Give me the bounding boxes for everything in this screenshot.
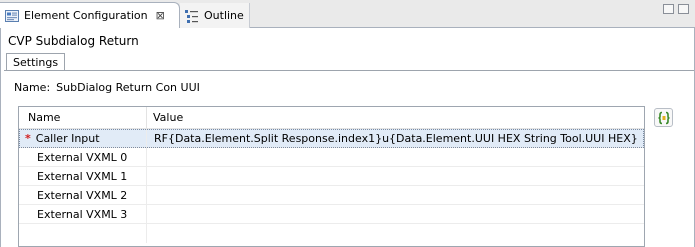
table-row[interactable]: External VXML 0 bbox=[19, 148, 644, 167]
settings-table: Name Value * Caller Input RF{Data.Elemen… bbox=[18, 106, 645, 247]
table-row[interactable]: External VXML 1 bbox=[19, 167, 644, 186]
close-icon[interactable]: ⊠ bbox=[156, 9, 165, 22]
row-value-cell[interactable] bbox=[147, 167, 644, 186]
name-label: Name: bbox=[14, 81, 51, 94]
window-controls bbox=[663, 4, 689, 18]
row-value-cell[interactable] bbox=[147, 205, 644, 224]
tab-outline[interactable]: Outline bbox=[180, 3, 250, 28]
name-value: SubDialog Return Con UUI bbox=[56, 81, 200, 94]
tab-label: Outline bbox=[204, 9, 244, 22]
element-config-icon bbox=[5, 9, 19, 22]
row-name-cell: * Caller Input bbox=[19, 129, 147, 148]
table-empty-row bbox=[19, 224, 644, 243]
table-row[interactable]: External VXML 3 bbox=[19, 205, 644, 224]
required-marker: * bbox=[25, 132, 31, 145]
outline-icon bbox=[185, 9, 198, 23]
page-title: CVP Subdialog Return bbox=[8, 34, 139, 48]
row-name-cell: External VXML 2 bbox=[19, 186, 147, 205]
table-row[interactable]: External VXML 2 bbox=[19, 186, 644, 205]
maximize-icon[interactable] bbox=[678, 4, 689, 14]
row-value-cell[interactable]: RF{Data.Element.Split Response.index1}u{… bbox=[147, 129, 644, 148]
column-header-value[interactable]: Value bbox=[147, 107, 644, 129]
row-name-cell: External VXML 0 bbox=[19, 148, 147, 167]
tab-label: Element Configuration bbox=[24, 9, 148, 22]
variable-substitution-icon bbox=[657, 111, 670, 124]
column-header-name[interactable]: Name bbox=[19, 107, 147, 129]
row-name-cell: External VXML 3 bbox=[19, 205, 147, 224]
settings-divider bbox=[4, 70, 694, 71]
variable-substitution-button[interactable] bbox=[654, 108, 673, 127]
table-row[interactable]: * Caller Input RF{Data.Element.Split Res… bbox=[19, 129, 644, 148]
row-name: Caller Input bbox=[35, 132, 100, 145]
row-value-cell[interactable] bbox=[147, 186, 644, 205]
row-name-cell bbox=[19, 224, 147, 243]
row-value-cell bbox=[147, 224, 644, 243]
row-name-cell: External VXML 1 bbox=[19, 167, 147, 186]
minimize-icon[interactable] bbox=[663, 4, 674, 14]
tab-settings[interactable]: Settings bbox=[6, 53, 66, 71]
row-value-cell[interactable] bbox=[147, 148, 644, 167]
element-name-row: Name: SubDialog Return Con UUI bbox=[14, 81, 200, 94]
tab-element-configuration[interactable]: Element Configuration ⊠ bbox=[0, 2, 180, 28]
